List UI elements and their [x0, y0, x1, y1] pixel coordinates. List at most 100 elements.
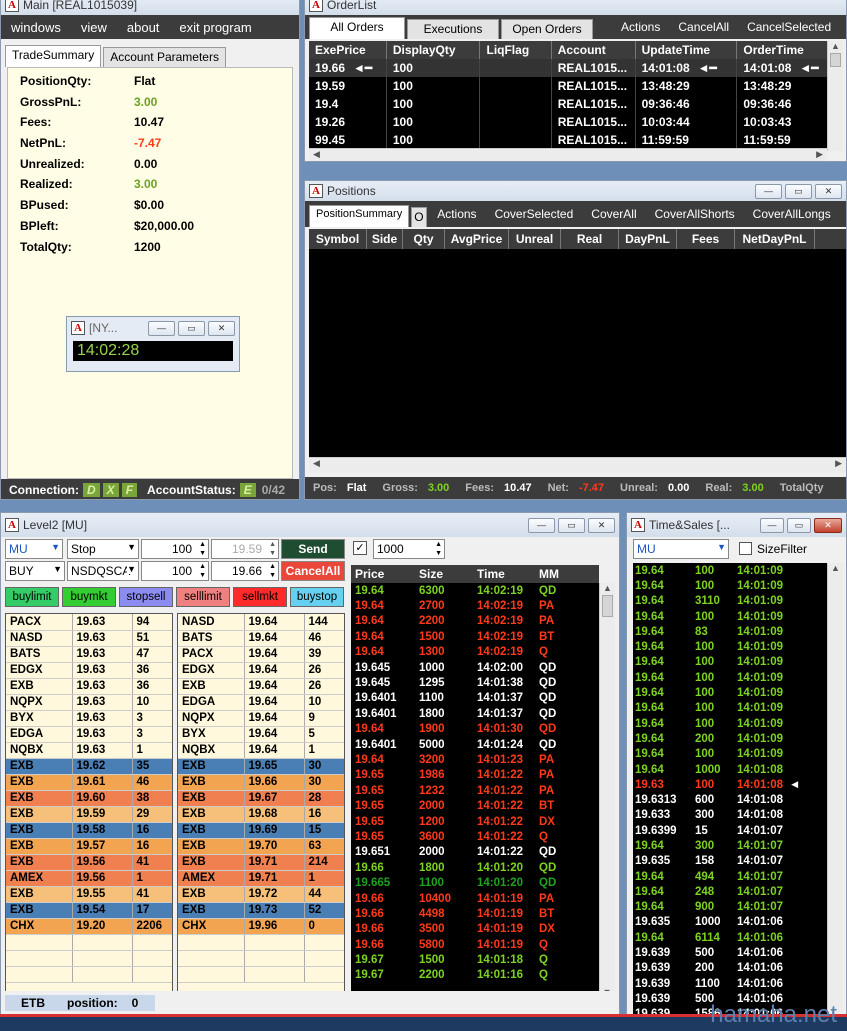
- maximize-icon[interactable]: ▭: [178, 320, 205, 336]
- column-header[interactable]: Time: [473, 567, 535, 581]
- order-type-select[interactable]: Stop ▼: [67, 539, 139, 559]
- minimize-icon[interactable]: —: [528, 517, 555, 533]
- price-input-1[interactable]: 19.59 ▲ ▼: [211, 539, 279, 559]
- column-header[interactable]: ExePrice: [309, 41, 387, 59]
- qty-input-1[interactable]: 100 ▲ ▼: [141, 539, 209, 559]
- maximize-icon[interactable]: ▭: [785, 183, 812, 199]
- cover-all-longs-button[interactable]: CoverAllLongs: [753, 207, 831, 221]
- order-row[interactable]: 19.59 100 REAL1015... 13:48:29 13:48:29: [309, 77, 827, 95]
- book-row[interactable]: EXB 19.69 15: [178, 822, 344, 839]
- column-header[interactable]: OrderTime: [736, 41, 827, 59]
- book-row[interactable]: NQBX 19.63 1: [6, 742, 172, 759]
- tab-trade-summary[interactable]: TradeSummary: [5, 45, 102, 67]
- level2-titlebar[interactable]: A Level2 [MU] — ▭ ✕: [1, 513, 619, 537]
- order-row[interactable]: 99.45 100 REAL1015... 11:59:59 11:59:59: [309, 131, 827, 149]
- scroll-up-icon[interactable]: ▲: [828, 563, 843, 573]
- book-row[interactable]: EXB 19.54 17: [6, 902, 172, 919]
- scroll-right-icon[interactable]: ▶: [835, 458, 842, 469]
- book-row[interactable]: EDGX 19.63 36: [6, 662, 172, 679]
- column-header[interactable]: Side: [367, 229, 403, 249]
- book-row[interactable]: EXB 19.60 38: [6, 790, 172, 807]
- positions-hscroll[interactable]: ◀ ▶: [309, 457, 846, 473]
- ts-size-input[interactable]: 1000 ▲ ▼: [373, 539, 445, 559]
- close-icon[interactable]: ✕: [815, 183, 842, 199]
- close-icon[interactable]: ✕: [588, 517, 615, 533]
- maximize-icon[interactable]: ▭: [558, 517, 585, 533]
- book-row[interactable]: EXB 19.57 16: [6, 838, 172, 855]
- book-row[interactable]: EXB 19.61 46: [6, 774, 172, 791]
- minimize-icon[interactable]: —: [148, 320, 175, 336]
- size-filter-checkbox[interactable]: [739, 542, 752, 555]
- cancel-all-button[interactable]: CancelAll: [678, 20, 729, 34]
- book-row[interactable]: PACX 19.63 94: [6, 614, 172, 631]
- minimize-icon[interactable]: —: [755, 183, 782, 199]
- price-input-2[interactable]: 19.66 ▲ ▼: [211, 561, 279, 581]
- orderlist-actions-menu[interactable]: Actions: [621, 20, 660, 34]
- timesales-titlebar[interactable]: A Time&Sales [... — ▭ ✕: [627, 513, 846, 537]
- column-header[interactable]: UpdateTime: [635, 41, 738, 59]
- buystop-button[interactable]: buystop: [290, 587, 344, 607]
- maximize-icon[interactable]: ▭: [787, 517, 811, 533]
- book-row[interactable]: EDGX 19.64 26: [178, 662, 344, 679]
- close-icon[interactable]: ✕: [208, 320, 235, 336]
- buymkt-button[interactable]: buymkt: [62, 587, 116, 607]
- book-row[interactable]: EXB 19.56 41: [6, 854, 172, 871]
- column-header[interactable]: NetDayPnL: [735, 229, 815, 249]
- book-row[interactable]: EXB 19.72 44: [178, 886, 344, 903]
- orderlist-vscroll[interactable]: ▲: [827, 41, 843, 151]
- ts-filter-checkbox[interactable]: ✓: [353, 541, 367, 555]
- tab-position-summary[interactable]: PositionSummary: [309, 205, 410, 227]
- menu-about[interactable]: about: [117, 20, 170, 35]
- book-row[interactable]: AMEX 19.71 1: [178, 870, 344, 887]
- book-row[interactable]: EXB 19.65 30: [178, 758, 344, 775]
- book-row[interactable]: BATS 19.64 46: [178, 630, 344, 647]
- tab-account-parameters[interactable]: Account Parameters: [103, 47, 226, 67]
- book-row[interactable]: EDGA 19.63 3: [6, 726, 172, 743]
- positions-titlebar[interactable]: A Positions — ▭ ✕: [305, 181, 846, 201]
- spinner-icon[interactable]: ▲ ▼: [269, 540, 276, 558]
- book-row[interactable]: NQPX 19.63 10: [6, 694, 172, 711]
- close-icon[interactable]: ✕: [814, 517, 842, 533]
- book-row[interactable]: AMEX 19.56 1: [6, 870, 172, 887]
- menu-exit[interactable]: exit program: [169, 20, 261, 35]
- book-row[interactable]: NQBX 19.64 1: [178, 742, 344, 759]
- book-row[interactable]: EXB 19.55 41: [6, 886, 172, 903]
- scroll-up-icon[interactable]: ▲: [828, 41, 843, 51]
- order-row[interactable]: 19.66 ◄━ 100 REAL1015... 14:01:08 ◄━ 14:01:08 ◄…: [309, 59, 827, 77]
- positions-actions-menu[interactable]: Actions: [437, 207, 476, 221]
- book-row[interactable]: EXB 19.70 63: [178, 838, 344, 855]
- column-header[interactable]: LiqFlag: [479, 41, 552, 59]
- spinner-icon[interactable]: ▲ ▼: [435, 540, 442, 558]
- column-header[interactable]: Symbol: [309, 229, 367, 249]
- tab-executions[interactable]: Executions: [407, 19, 499, 39]
- order-row[interactable]: 19.26 100 REAL1015... 10:03:44 10:03:43: [309, 113, 827, 131]
- book-row[interactable]: EXB 19.68 16: [178, 806, 344, 823]
- column-header[interactable]: Size: [415, 567, 473, 581]
- book-row[interactable]: EXB 19.63 36: [6, 678, 172, 695]
- scroll-up-icon[interactable]: ▲: [600, 583, 615, 593]
- spinner-icon[interactable]: ▲ ▼: [199, 562, 206, 580]
- scroll-left-icon[interactable]: ◀: [313, 458, 320, 469]
- route-select[interactable]: NSDQSCA ▼: [67, 561, 139, 581]
- qty-input-2[interactable]: 100 ▲ ▼: [141, 561, 209, 581]
- scroll-left-icon[interactable]: ◀: [313, 149, 320, 160]
- book-row[interactable]: CHX 19.20 2206: [6, 918, 172, 935]
- book-row[interactable]: CHX 19.96 0: [178, 918, 344, 935]
- column-header[interactable]: Qty: [403, 229, 445, 249]
- order-row[interactable]: 19.4 100 REAL1015... 09:36:46 09:36:46: [309, 95, 827, 113]
- scroll-right-icon[interactable]: ▶: [816, 149, 823, 160]
- column-header[interactable]: Price: [351, 567, 415, 581]
- column-header[interactable]: DisplayQty: [386, 41, 481, 59]
- column-header[interactable]: DayPnL: [619, 229, 677, 249]
- book-row[interactable]: EXB 19.67 28: [178, 790, 344, 807]
- buylimit-button[interactable]: buylimit: [5, 587, 59, 607]
- spinner-icon[interactable]: ▲ ▼: [199, 540, 206, 558]
- book-row[interactable]: EXB 19.71 214: [178, 854, 344, 871]
- column-header[interactable]: Account: [551, 41, 636, 59]
- main-titlebar[interactable]: A Main [REAL1015039]: [1, 0, 299, 15]
- spinner-icon[interactable]: ▲ ▼: [269, 562, 276, 580]
- clock-titlebar[interactable]: A [NY... — ▭ ✕: [67, 317, 239, 339]
- column-header[interactable]: Real: [561, 229, 619, 249]
- book-row[interactable]: EXB 19.62 35: [6, 758, 172, 775]
- minimize-icon[interactable]: —: [760, 517, 784, 533]
